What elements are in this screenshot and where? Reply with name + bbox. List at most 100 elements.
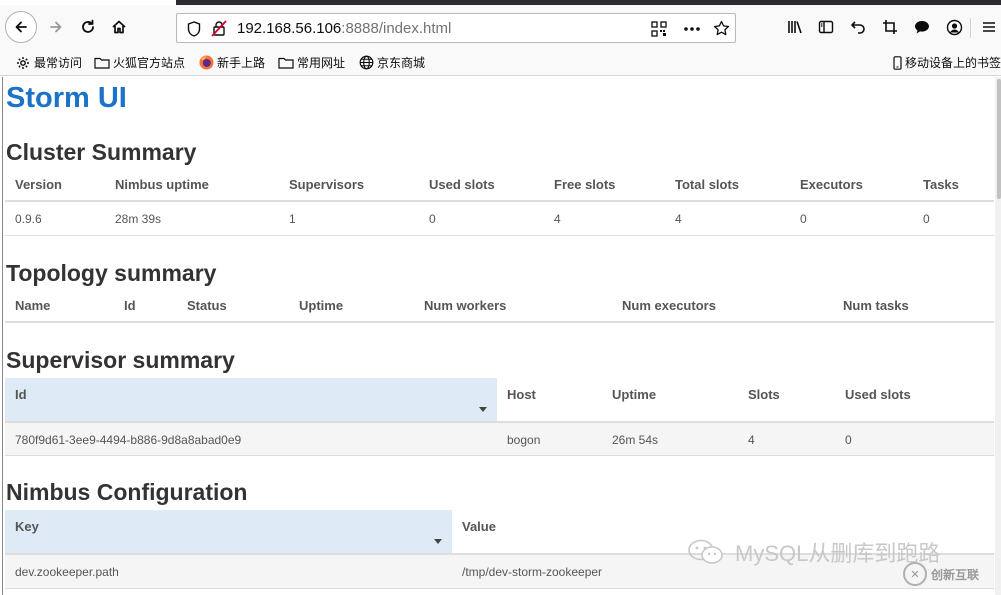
watermark-brand-text: 创新互联	[931, 567, 980, 582]
page-scrollbar[interactable]	[995, 77, 1001, 595]
star-icon[interactable]	[713, 20, 730, 37]
bookmark-common-sites[interactable]: 常用网址	[278, 54, 345, 71]
bookmark-label: 常用网址	[297, 56, 346, 70]
table-header-row: Id Host Uptime Slots Used slots	[5, 378, 994, 423]
mobile-icon	[892, 55, 902, 71]
page-border	[2, 77, 3, 595]
folder-icon	[278, 55, 294, 71]
column-header-version[interactable]: Version	[15, 177, 62, 192]
column-header-id[interactable]: Id	[124, 298, 136, 313]
cell-supervisor-id: 780f9d61-3ee9-4494-b886-9d8a8abad0e9	[15, 433, 242, 447]
cell-total-slots: 4	[675, 212, 682, 226]
cell-free-slots: 4	[554, 212, 561, 226]
column-header-uptime[interactable]: Uptime	[299, 298, 343, 313]
column-header-status[interactable]: Status	[187, 298, 227, 313]
cell-executors: 0	[800, 212, 807, 226]
url-host: 192.168.56.106	[237, 20, 342, 37]
column-header-used-slots[interactable]: Used slots	[429, 177, 495, 192]
cell-config-key: dev.zookeeper.path	[15, 565, 119, 579]
page-content: Storm UI Cluster Summary Version Nimbus …	[0, 77, 1001, 595]
scrollbar-thumb[interactable]	[997, 79, 1001, 199]
url-path: :8888/index.html	[341, 20, 452, 37]
column-header-host[interactable]: Host	[507, 387, 536, 402]
nimbus-configuration-heading: Nimbus Configuration	[6, 479, 248, 505]
column-header-free-slots[interactable]: Free slots	[554, 177, 615, 192]
column-header-value[interactable]: Value	[462, 519, 496, 534]
column-header-num-tasks[interactable]: Num tasks	[843, 298, 909, 313]
home-icon	[112, 20, 126, 34]
column-header-used-slots[interactable]: Used slots	[845, 387, 911, 402]
crop-icon	[883, 20, 897, 34]
cell-tasks: 0	[923, 212, 930, 226]
topology-summary-heading: Topology summary	[6, 260, 217, 286]
crop-button[interactable]	[877, 12, 903, 42]
shield-icon[interactable]	[187, 21, 201, 37]
topology-summary-table: Name Id Status Uptime Num workers Num ex…	[5, 289, 994, 323]
home-button[interactable]	[104, 12, 134, 42]
sorted-column-header-key[interactable]: Key	[5, 510, 452, 553]
bookmark-jd[interactable]: 京东商城	[358, 54, 425, 71]
cell-slots: 4	[748, 433, 755, 447]
wechat-icon	[688, 539, 723, 564]
column-header-uptime[interactable]: Uptime	[612, 387, 656, 402]
cell-config-value: /tmp/dev-storm-zookeeper	[462, 565, 603, 579]
column-header-supervisors[interactable]: Supervisors	[289, 177, 364, 192]
page-title: Storm UI	[6, 82, 127, 114]
more-icon[interactable]	[683, 26, 701, 32]
library-button[interactable]	[782, 12, 808, 42]
table-header-row: Version Nimbus uptime Supervisors Used s…	[5, 168, 994, 202]
sort-desc-icon[interactable]	[434, 539, 442, 544]
sidebar-button[interactable]	[813, 12, 839, 42]
bookmark-most-visited[interactable]: 最常访问	[15, 54, 82, 71]
qr-code-icon[interactable]	[651, 21, 667, 37]
bookmark-getting-started[interactable]: 新手上路	[198, 54, 265, 71]
sort-desc-icon[interactable]	[479, 407, 487, 412]
forward-icon	[50, 21, 62, 33]
table-header-row: Name Id Status Uptime Num workers Num ex…	[5, 289, 994, 323]
cluster-summary-table: Version Nimbus uptime Supervisors Used s…	[5, 168, 994, 236]
brand-logo-icon: ✕	[903, 562, 927, 586]
cell-uptime: 26m 54s	[612, 433, 659, 447]
url-text[interactable]: 192.168.56.106:8888/index.html	[237, 20, 451, 37]
column-header-nimbus-uptime[interactable]: Nimbus uptime	[115, 177, 209, 192]
column-header-total-slots[interactable]: Total slots	[675, 177, 739, 192]
toolbar-divider	[970, 18, 971, 38]
column-header-slots[interactable]: Slots	[748, 387, 780, 402]
url-bar[interactable]: 192.168.56.106:8888/index.html	[176, 13, 736, 43]
column-header-id[interactable]: Id	[15, 387, 27, 402]
library-icon	[788, 21, 802, 34]
column-header-num-executors[interactable]: Num executors	[622, 298, 716, 313]
folder-icon	[94, 55, 110, 71]
menu-icon	[983, 22, 995, 32]
column-header-executors[interactable]: Executors	[800, 177, 863, 192]
bookmark-label: 移动设备上的书签	[905, 56, 1001, 70]
reload-icon	[82, 19, 94, 33]
account-icon	[946, 19, 962, 35]
menu-button[interactable]	[978, 12, 1000, 42]
forward-button[interactable]	[41, 12, 71, 42]
cell-used-slots: 0	[429, 212, 436, 226]
insecure-lock-icon[interactable]	[211, 20, 227, 37]
cell-used-slots: 0	[845, 433, 852, 447]
bookmark-firefox-official[interactable]: 火狐官方站点	[94, 54, 185, 71]
mobile-bookmarks[interactable]: 移动设备上的书签	[892, 54, 1001, 71]
column-header-tasks[interactable]: Tasks	[923, 177, 959, 192]
reload-button[interactable]	[73, 12, 103, 42]
column-header-num-workers[interactable]: Num workers	[424, 298, 506, 313]
cell-version: 0.9.6	[15, 212, 42, 226]
bookmark-label: 京东商城	[377, 56, 426, 70]
undo-button[interactable]	[845, 12, 871, 42]
sidebar-icon	[818, 20, 834, 34]
back-button[interactable]	[5, 11, 37, 43]
supervisor-summary-table: Id Host Uptime Slots Used slots 780f9d61…	[5, 378, 994, 456]
chat-icon	[915, 21, 929, 34]
column-header-key[interactable]: Key	[15, 519, 39, 534]
account-button[interactable]	[941, 12, 967, 42]
chat-button[interactable]	[909, 12, 935, 42]
back-icon	[15, 21, 27, 33]
table-row: 780f9d61-3ee9-4494-b886-9d8a8abad0e9 bog…	[5, 423, 994, 456]
bookmark-label: 火狐官方站点	[113, 56, 186, 70]
bookmarks-toolbar: 最常访问 火狐官方站点 新手上路 常用网址 京东商城 移动设备上的书签	[0, 50, 1001, 76]
sorted-column-header-id[interactable]: Id	[5, 378, 497, 421]
column-header-name[interactable]: Name	[15, 298, 50, 313]
